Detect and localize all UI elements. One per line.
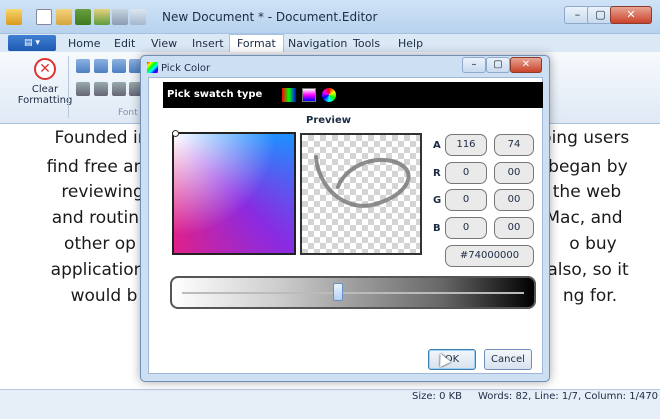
highlight-icon[interactable] <box>112 59 126 73</box>
new-doc-icon[interactable] <box>36 9 52 25</box>
alpha-slider-thumb[interactable] <box>332 283 343 301</box>
tab-tools[interactable]: Tools <box>353 37 380 50</box>
blue-hex-field[interactable]: 00 <box>494 217 534 239</box>
preview-label: Preview <box>306 115 352 126</box>
clear-formatting-button[interactable]: Clear Formatting <box>10 84 80 106</box>
customize-qat-icon[interactable] <box>130 9 146 25</box>
red-hex-field[interactable]: 00 <box>494 162 534 184</box>
status-words: Words: 82, Line: 1/7, Column: 1/470 <box>478 391 659 402</box>
format-brush-icon[interactable] <box>76 59 90 73</box>
window-title: New Document * - Document.Editor <box>162 10 378 24</box>
dialog-title: Pick Color <box>161 63 211 74</box>
ok-button[interactable]: OK <box>428 349 476 370</box>
open-folder-icon[interactable] <box>56 9 72 25</box>
tab-view[interactable]: View <box>151 37 177 50</box>
ribbon-group-label: Font <box>118 108 138 118</box>
dialog-close-button[interactable]: ✕ <box>510 57 542 73</box>
dialog-minimize-button[interactable]: – <box>462 57 486 73</box>
export-icon[interactable] <box>94 9 110 25</box>
color-preview-box <box>300 133 422 255</box>
color-picker-icon <box>147 62 158 73</box>
green-hex-field[interactable]: 00 <box>494 189 534 211</box>
swatch-type-label: Pick swatch type <box>167 89 263 100</box>
save-icon[interactable] <box>75 9 91 25</box>
alpha-dec-field[interactable]: 116 <box>445 134 487 156</box>
color-picker-handle[interactable] <box>172 130 179 137</box>
shadow-style-icon[interactable] <box>112 82 126 96</box>
alpha-hex-field[interactable]: 74 <box>494 134 534 156</box>
red-dec-field[interactable]: 0 <box>445 162 487 184</box>
tab-insert[interactable]: Insert <box>192 37 224 50</box>
swatch-spectrum-icon[interactable] <box>302 88 316 102</box>
tab-format[interactable]: Format <box>229 34 284 53</box>
channel-r-label: R <box>433 168 441 179</box>
tab-home[interactable]: Home <box>68 37 100 50</box>
swatch-square-icon[interactable] <box>282 88 296 102</box>
dialog-maximize-button[interactable]: ▢ <box>486 57 510 73</box>
preview-stroke <box>314 155 411 208</box>
italic-style-icon[interactable] <box>94 82 108 96</box>
channel-a-label: A <box>433 140 441 151</box>
font-style-icon[interactable] <box>94 59 108 73</box>
color-gradient-picker[interactable] <box>172 132 296 255</box>
close-button[interactable]: ✕ <box>610 6 652 24</box>
channel-b-label: B <box>433 223 441 234</box>
tab-help[interactable]: Help <box>398 37 423 50</box>
channel-g-label: G <box>433 195 442 206</box>
app-icon[interactable] <box>6 9 22 25</box>
swatch-wheel-icon[interactable] <box>322 88 336 102</box>
tab-edit[interactable]: Edit <box>114 37 135 50</box>
status-size: Size: 0 KB <box>412 391 463 402</box>
alpha-slider-rail <box>182 292 524 294</box>
green-dec-field[interactable]: 0 <box>445 189 487 211</box>
application-menu-button[interactable]: ▤ ▾ <box>8 35 56 51</box>
bold-style-icon[interactable] <box>76 82 90 96</box>
cancel-button[interactable]: Cancel <box>484 349 532 370</box>
ribbon-separator <box>68 56 69 118</box>
hex-color-field[interactable]: #74000000 <box>445 245 534 267</box>
blue-dec-field[interactable]: 0 <box>445 217 487 239</box>
clear-formatting-icon[interactable]: ✕ <box>34 58 56 80</box>
tab-navigation[interactable]: Navigation <box>288 37 347 50</box>
print-icon[interactable] <box>112 9 128 25</box>
